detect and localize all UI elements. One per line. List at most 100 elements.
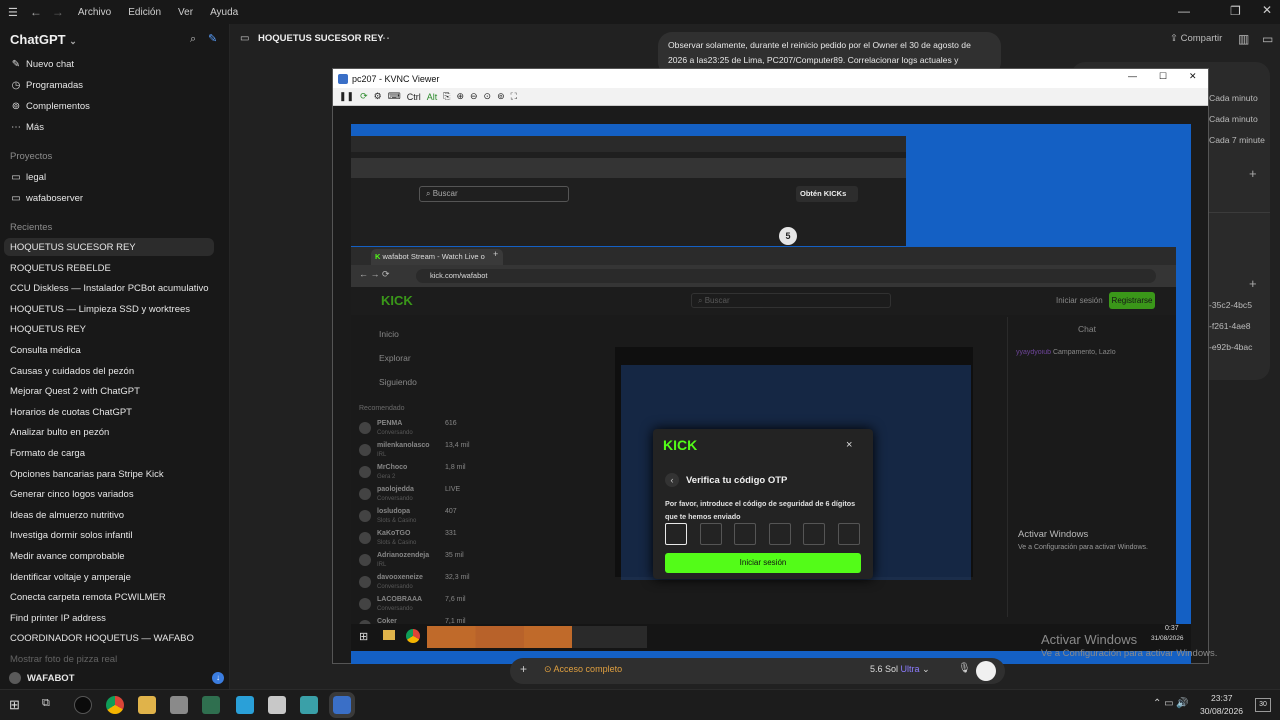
hamburger-icon[interactable]: ☰ [8,6,18,19]
recent-chat-item[interactable]: Ideas de almuerzo nutritivo [10,510,124,521]
kick-nav-inicio[interactable]: Inicio [379,329,399,339]
kick-logo[interactable]: KICK [381,293,413,308]
recent-chat-item[interactable]: Causas y cuidados del pezón [10,366,134,377]
kick-nav-siguiendo[interactable]: Siguiendo [379,377,417,387]
otp-digit-input[interactable] [768,523,791,545]
plus-icon[interactable]: + [520,662,527,676]
channel-item[interactable]: MrChoco Gera 2 1,8 mil [359,464,469,484]
sidebar-item-mas[interactable]: ⋯ Más [10,122,44,133]
forward-icon[interactable]: → [52,5,64,19]
explorer-taskbar-icon[interactable] [138,696,156,714]
menu-ayuda[interactable]: Ayuda [210,7,238,18]
avatar[interactable] [9,672,21,684]
task-view-icon[interactable]: ⧉ [42,697,50,710]
recent-chat-item[interactable]: Formato de carga [10,448,85,459]
recent-chat-item[interactable]: HOQUETUS SUCESOR REY [10,242,136,253]
remote-app-icons[interactable] [427,626,647,648]
vnc-close-icon[interactable]: ✕ [1189,71,1197,82]
recent-chat-item[interactable]: HOQUETUS — Limpieza SSD y worktrees [10,304,190,315]
zoom-fit-icon[interactable]: ⊙ [484,91,492,102]
channel-item[interactable]: paolojedda Conversando LIVE [359,486,469,506]
recent-chat-item[interactable]: Analizar bulto en pezón [10,427,109,438]
share-button[interactable]: ⇪ Compartir [1170,33,1222,44]
keyboard-icon[interactable]: ⌨ [388,91,401,102]
minimize-icon[interactable]: — [1178,4,1190,18]
otp-close-button[interactable]: × [846,439,852,451]
remote-chrome-icon[interactable] [406,629,420,643]
vnc-taskbar-icon[interactable] [329,692,355,718]
nav-arrows-icon[interactable]: ← → ⟳ [359,269,390,280]
app-taskbar-icon-5[interactable] [300,696,318,714]
recent-chat-item[interactable]: Horarios de cuotas ChatGPT [10,407,132,418]
close-icon[interactable]: ✕ [1262,3,1272,17]
model-selector[interactable]: 5.6 Sol Ultra ⌄ [870,664,930,675]
register-button[interactable]: Registrarse [1109,292,1155,309]
start-icon[interactable]: ⊞ [9,697,20,713]
app-taskbar-icon-1[interactable] [170,696,188,714]
sidebar-item-complementos[interactable]: ⊚ Complementos [10,101,90,112]
back-icon[interactable]: ← [30,5,42,19]
new-chat-icon[interactable]: ✎ [208,32,217,45]
notification-badge[interactable]: 30 [1255,698,1271,712]
chatgpt-taskbar-icon[interactable] [74,696,92,714]
remote-explorer-icon[interactable] [383,630,395,640]
otp-digit-input[interactable] [734,523,757,545]
clock-time[interactable]: 23:37 [1211,693,1233,703]
clock-date[interactable]: 30/08/2026 [1200,706,1243,716]
get-kicks-button[interactable]: Obtén KICKs [796,186,858,202]
maximize-icon[interactable]: ❐ [1230,4,1241,18]
channel-item[interactable]: PENMA Conversando 616 [359,420,469,440]
app-title[interactable]: ChatGPT ⌄ [10,32,77,47]
address-bar[interactable]: kick.com/wafabot [416,269,1156,283]
otp-digit-input[interactable] [699,523,722,545]
search-icon[interactable]: ⌕ [190,33,196,46]
project-legal[interactable]: ▭ legal [10,172,46,183]
chrome-taskbar-icon[interactable] [106,696,124,714]
channel-item[interactable]: losludopa Slots & Casino 407 [359,508,469,528]
fullscreen-icon[interactable]: ⛶ [511,91,517,102]
browser-tab[interactable]: K wafabot Stream - Watch Live o [371,249,503,265]
tray-icons[interactable]: ⌃ ▭ 🔊 [1153,698,1189,709]
app-taskbar-icon-3[interactable] [236,696,254,714]
download-icon[interactable]: ↓ [212,672,224,684]
kick-nav-explorar[interactable]: Explorar [379,353,411,363]
recent-chat-item[interactable]: ROQUETUS REBELDE [10,263,111,274]
channel-item[interactable]: Adrianozendeja IRL 35 mil [359,552,469,572]
recent-chat-item[interactable]: CCU Diskless — Instalador PCBot acumulat… [10,283,209,294]
clipboard-icon[interactable]: ⎘ [443,91,450,102]
otp-digit-input[interactable] [838,523,860,545]
stop-button[interactable] [976,661,996,681]
recent-chat-item[interactable]: Consulta médica [10,345,81,356]
menu-ver[interactable]: Ver [178,7,193,18]
alt-key-button[interactable]: Alt [427,92,438,102]
ctrl-key-button[interactable]: Ctrl [407,92,421,102]
channel-item[interactable]: KaKoTGO Slots & Casino 331 [359,530,469,550]
sidebar-item-programadas[interactable]: ◷ Programadas [10,80,83,91]
sidebar-toggle-icon[interactable]: ▭ [240,33,249,44]
more-icon[interactable]: ⋯ [378,31,390,45]
chat-title[interactable]: HOQUETUS SUCESOR REY [258,33,384,44]
recent-chat-item[interactable]: Find printer IP address [10,613,106,624]
panel-icon[interactable]: ▭ [1262,32,1273,46]
kick-search-input[interactable]: ⌕ Buscar [691,293,891,308]
layout-icon[interactable]: ▥ [1238,32,1249,46]
project-wafaboserver[interactable]: ▭ wafaboserver [10,193,83,204]
back-search-input[interactable]: ⌕ Buscar [419,186,569,202]
plus-icon[interactable]: + [1249,276,1257,291]
login-link[interactable]: Iniciar sesión [1056,296,1103,305]
recent-chat-item[interactable]: Conecta carpeta remota PCWILMER [10,592,166,603]
channel-item[interactable]: LACOBRAAA Conversando 7,6 mil [359,596,469,616]
refresh-icon[interactable]: ⟳ [360,91,368,102]
menu-archivo[interactable]: Archivo [78,7,111,18]
recent-chat-item[interactable]: COORDINADOR HOQUETUS — WAFABO [10,633,194,644]
otp-digit-input[interactable] [803,523,826,545]
remote-start-icon[interactable]: ⊞ [359,630,368,643]
recent-chat-item[interactable]: Medir avance comprobable [10,551,125,562]
recent-chat-item[interactable]: Generar cinco logos variados [10,489,134,500]
recent-chat-item[interactable]: Mejorar Quest 2 with ChatGPT [10,386,140,397]
menu-edicion[interactable]: Edición [128,7,161,18]
options-icon[interactable]: ⚙ [374,91,382,102]
notification-badge[interactable]: 5 [779,227,797,245]
zoom-100-icon[interactable]: ⊚ [497,91,505,102]
otp-submit-button[interactable]: Iniciar sesión [665,553,861,573]
